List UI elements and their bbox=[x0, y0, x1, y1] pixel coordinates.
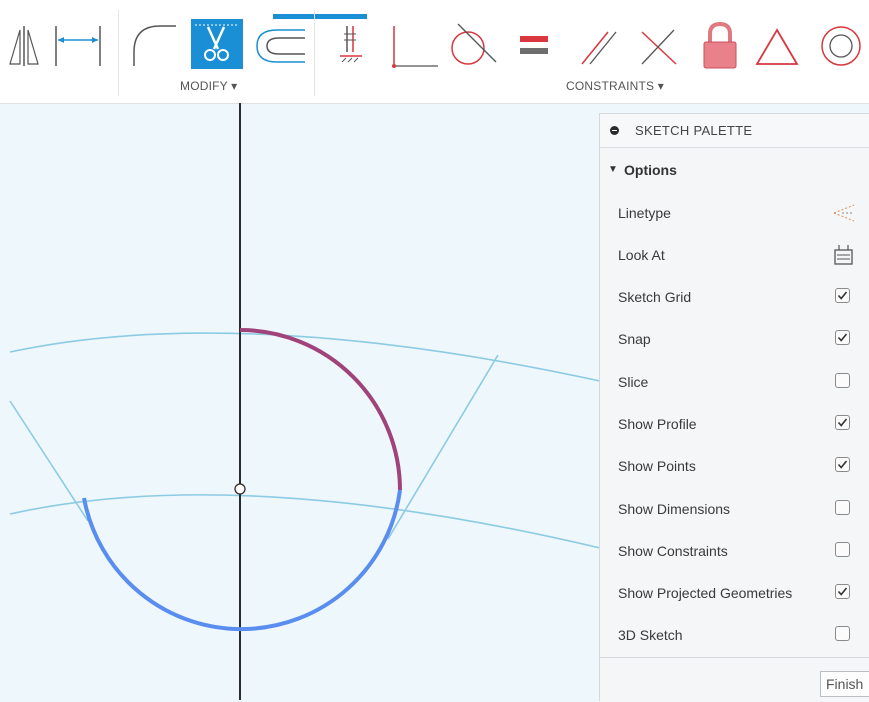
option-label: Show Dimensions bbox=[618, 501, 731, 517]
option-label: Slice bbox=[618, 374, 649, 390]
option-show-dimensions: Show Dimensions bbox=[600, 494, 869, 524]
option-show-constraints: Show Constraints bbox=[600, 536, 869, 566]
option-3d-sketch: 3D Sketch bbox=[600, 620, 869, 650]
palette-title: SKETCH PALETTE bbox=[635, 123, 753, 138]
option-sketch-grid: Sketch Grid bbox=[600, 282, 869, 312]
option-snap: Snap bbox=[600, 324, 869, 354]
mirror-icon[interactable] bbox=[6, 24, 42, 68]
finish-sketch-button[interactable]: Finish bbox=[820, 671, 869, 697]
option-label: Show Profile bbox=[618, 416, 697, 432]
sketch-palette: SKETCH PALETTE ▼ Options Linetype Look A… bbox=[599, 113, 869, 702]
fix-icon[interactable] bbox=[336, 22, 366, 68]
palette-footer: Finish bbox=[600, 657, 869, 702]
option-label: Sketch Grid bbox=[618, 289, 692, 305]
highlighted-arc-purple bbox=[239, 328, 402, 491]
palette-header[interactable]: SKETCH PALETTE bbox=[600, 114, 869, 148]
option-look-at: Look At bbox=[600, 240, 869, 270]
option-show-points: Show Points bbox=[600, 451, 869, 481]
checkbox[interactable] bbox=[835, 542, 850, 557]
fillet-icon[interactable] bbox=[130, 22, 178, 68]
option-label: 3D Sketch bbox=[618, 627, 683, 643]
collapse-icon[interactable] bbox=[610, 126, 619, 135]
linetype-icon[interactable] bbox=[832, 201, 856, 225]
checkbox[interactable] bbox=[835, 330, 850, 345]
checkbox[interactable] bbox=[835, 373, 850, 388]
left-radial-line bbox=[9, 400, 89, 522]
checkbox[interactable] bbox=[835, 584, 850, 599]
check-icon bbox=[837, 587, 848, 596]
look-at-icon[interactable] bbox=[832, 243, 856, 267]
highlighted-arc-blue bbox=[82, 489, 402, 632]
check-icon bbox=[837, 460, 848, 469]
constraints-menu[interactable]: CONSTRAINTS ▾ bbox=[566, 79, 664, 93]
option-label: Look At bbox=[618, 247, 665, 263]
options-label: Options bbox=[624, 162, 677, 178]
option-label: Show Points bbox=[618, 458, 696, 474]
toolbar: MODIFY ▾ CONSTRAINTS ▾ bbox=[0, 0, 869, 104]
option-show-profile: Show Profile bbox=[600, 409, 869, 439]
modify-menu[interactable]: MODIFY ▾ bbox=[180, 79, 237, 93]
option-label: Snap bbox=[618, 331, 651, 347]
lock-icon[interactable] bbox=[700, 22, 740, 70]
concentric-icon[interactable] bbox=[817, 24, 865, 70]
center-point bbox=[234, 483, 246, 495]
active-indicator bbox=[273, 14, 367, 19]
checkbox[interactable] bbox=[835, 457, 850, 472]
option-label: Show Projected Geometries bbox=[618, 585, 793, 601]
option-linetype: Linetype bbox=[600, 198, 869, 228]
checkbox[interactable] bbox=[835, 626, 850, 641]
checkbox[interactable] bbox=[835, 500, 850, 515]
check-icon bbox=[837, 333, 848, 342]
perpendicular-icon[interactable] bbox=[636, 26, 680, 68]
dimension-icon[interactable] bbox=[52, 24, 104, 68]
checkbox[interactable] bbox=[835, 288, 850, 303]
trim-button[interactable] bbox=[191, 19, 243, 69]
option-label: Show Constraints bbox=[618, 543, 728, 559]
toolbar-separator bbox=[118, 10, 119, 96]
coincident-icon[interactable] bbox=[386, 22, 440, 70]
check-icon bbox=[837, 291, 848, 300]
toolbar-separator bbox=[314, 10, 315, 96]
check-icon bbox=[837, 418, 848, 427]
trim-icon bbox=[195, 24, 239, 61]
option-label: Linetype bbox=[618, 205, 671, 221]
option-slice: Slice bbox=[600, 367, 869, 397]
triangle-down-icon: ▼ bbox=[608, 164, 618, 175]
checkbox[interactable] bbox=[835, 415, 850, 430]
right-radial-line bbox=[387, 354, 499, 540]
equal-icon[interactable] bbox=[518, 34, 552, 58]
triangle-icon[interactable] bbox=[755, 26, 801, 68]
parallel-icon[interactable] bbox=[578, 26, 618, 68]
offset-icon[interactable] bbox=[253, 24, 307, 68]
option-show-projected-geometries: Show Projected Geometries bbox=[600, 578, 869, 608]
outer-arc bbox=[9, 332, 601, 382]
tangent-icon[interactable] bbox=[446, 22, 498, 70]
options-section-header[interactable]: ▼ Options bbox=[600, 148, 869, 188]
